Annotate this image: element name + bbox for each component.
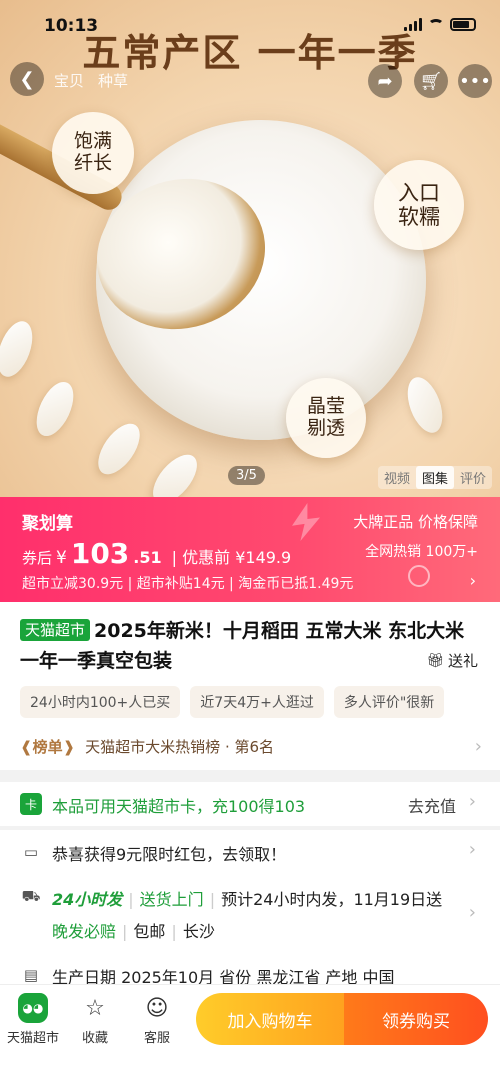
rice-grain-image [90,416,148,482]
chevron-right-icon: › [468,791,476,812]
media-tab-reviews[interactable]: 评价 [454,466,492,489]
more-icon: ••• [459,70,491,92]
share-icon: ➦ [377,70,393,92]
chip-recent-buyers: 24小时内100+人已买 [20,686,181,718]
wallet-icon: 卡 [20,793,42,815]
feature-badge-clear: 晶莹 剔透 [286,378,366,458]
chevron-right-icon: › [474,735,482,757]
store-label: 天猫超市 [6,1031,59,1046]
favorite-button[interactable]: ☆ 收藏 [64,993,126,1047]
chevron-right-icon[interactable]: › [470,571,476,590]
rice-grain-image [144,447,206,497]
cart-button[interactable]: 🛒︎ [414,64,448,98]
supermarket-card-text: 本品可用天猫超市卡，充100得103 [52,797,306,816]
media-tab-gallery[interactable]: 图集 [415,466,454,489]
star-icon: ☆ [85,995,105,1021]
customer-service-button[interactable]: ☺ 客服 [126,993,188,1047]
price-line: 券后 ¥ 103 .51 | 优惠前 ¥149.9 [22,537,291,570]
original-price: | 优惠前 ¥149.9 [171,548,292,567]
red-packet-row[interactable]: ▭ 恭喜获得9元限时红包，去领取！ › [0,830,500,874]
late-compensation-tag: 晚发必赔 [52,922,117,941]
ship-from-city: 长沙 [182,922,215,941]
add-to-cart-button[interactable]: 加入购物车 [196,993,344,1045]
ranking-badge: ❰榜单❱ [20,737,76,756]
decor-circle-icon [408,565,430,587]
rice-grain-image [400,372,450,438]
product-image-carousel[interactable]: 10:13 五常产区 一年一季 饱满 纤长 入口 软糯 晶莹 剔透 ❮ 宝贝 种… [0,0,500,497]
delivery-line-1: 24小时发 | 送货上门 | 预计24小时内发，11月19日送 [52,890,443,909]
gift-label: 送礼 [447,652,478,670]
gift-icon: 🎁︎ [426,652,444,669]
recharge-link[interactable]: 去充值 [408,793,456,817]
gift-button[interactable]: 🎁︎ 送礼 [426,650,478,671]
delivery-door-tag: 送货上门 [139,890,204,909]
social-proof-chips: 24小时内100+人已买 近7天4万+人逛过 多人评价"很新 [20,686,445,718]
media-tabs: 视频 图集 评价 [377,466,492,489]
truck-icon: ⛟ [21,887,41,905]
back-button[interactable]: ❮ [10,62,44,96]
currency-symbol: ¥ [56,548,67,568]
gift-box-icon: ▭ [23,843,39,861]
feature-badge-plump: 饱满 纤长 [52,112,134,194]
bottom-action-bar: ◕◕ 天猫超市 ☆ 收藏 ☺ 客服 加入购物车 领券购买 [0,984,500,1083]
service-label: 客服 [143,1031,170,1046]
promo-details[interactable]: 超市立减30.9元 | 超市补贴14元 | 淘金币已抵1.49元 [22,573,353,593]
chevron-right-icon: › [468,839,476,860]
delivery-row[interactable]: ⛟ 24小时发 | 送货上门 | 预计24小时内发，11月19日送 晚发必赔 | 包邮 | 长沙… [0,874,500,954]
juhuasuan-logo: 聚划算 [22,514,73,534]
page-nav-tabs: 宝贝 种草 [54,70,128,91]
sales-count: 全网热销 100万+ [365,544,478,560]
chat-face-icon: ☺ [145,995,169,1021]
delivery-eta: 预计24小时内发，11月19日送 [221,890,443,909]
image-counter: 3/5 [228,466,265,485]
chip-recent-visitors: 近7天4万+人逛过 [190,686,324,718]
delivery-line-2: 晚发必赔 | 包邮 | 长沙 [52,922,215,941]
tab-seeding[interactable]: 种草 [98,70,128,91]
cart-icon: 🛒︎ [419,70,443,92]
ranking-text: 天猫超市大米热销榜 · 第6名 [85,737,275,756]
tmall-cat-icon: ◕◕ [18,993,48,1023]
rice-grain-image [29,376,81,442]
share-button[interactable]: ➦ [368,64,402,98]
delivery-24h-tag: 24小时发 [52,890,123,909]
product-attributes-row[interactable]: ▤ 生产日期 2025年10月 省份 黑龙江省 产地 中国 [0,954,500,984]
price-integer: 103 [70,537,130,570]
media-tab-video[interactable]: 视频 [378,466,416,489]
product-info-card: 天猫超市 2025年新米！十月稻田 五常大米 东北大米 一年一季真空包装 🎁︎ 送… [0,602,500,770]
attributes-text: 生产日期 2025年10月 省份 黑龙江省 产地 中国 [52,968,395,984]
after-coupon-label: 券后 [22,549,53,567]
guarantee-text: 大牌正品 价格保障 [353,513,478,531]
chevron-left-icon: ❮ [19,68,35,90]
store-button[interactable]: ◕◕ 天猫超市 [2,993,64,1046]
ranking-row[interactable]: ❰榜单❱ 天猫超市大米热销榜 · 第6名 › [20,730,482,762]
product-title: 天猫超市 2025年新米！十月稻田 五常大米 东北大米 一年一季真空包装 [20,616,482,676]
calendar-icon: ▤ [23,966,39,984]
feature-badge-soft: 入口 软糯 [374,160,464,250]
chip-reviews[interactable]: 多人评价"很新 [333,686,445,718]
price-decimal: .51 [133,548,162,567]
favorite-label: 收藏 [81,1031,108,1046]
chevron-right-icon: › [468,902,476,923]
lightning-icon [292,503,320,541]
tmall-supermarket-tag: 天猫超市 [20,619,91,641]
more-button[interactable]: ••• [458,64,492,98]
tab-item[interactable]: 宝贝 [54,70,84,91]
buy-with-coupon-button[interactable]: 领券购买 [344,993,488,1045]
price-banner: 聚划算 大牌正品 价格保障 券后 ¥ 103 .51 | 优惠前 ¥149.9 … [0,497,500,602]
red-packet-text: 恭喜获得9元限时红包，去领取！ [52,845,287,864]
free-shipping-text: 包邮 [133,922,166,941]
supermarket-card-row[interactable]: 卡 本品可用天猫超市卡，充100得103 去充值 › [0,782,500,826]
rice-grain-image [0,316,40,382]
